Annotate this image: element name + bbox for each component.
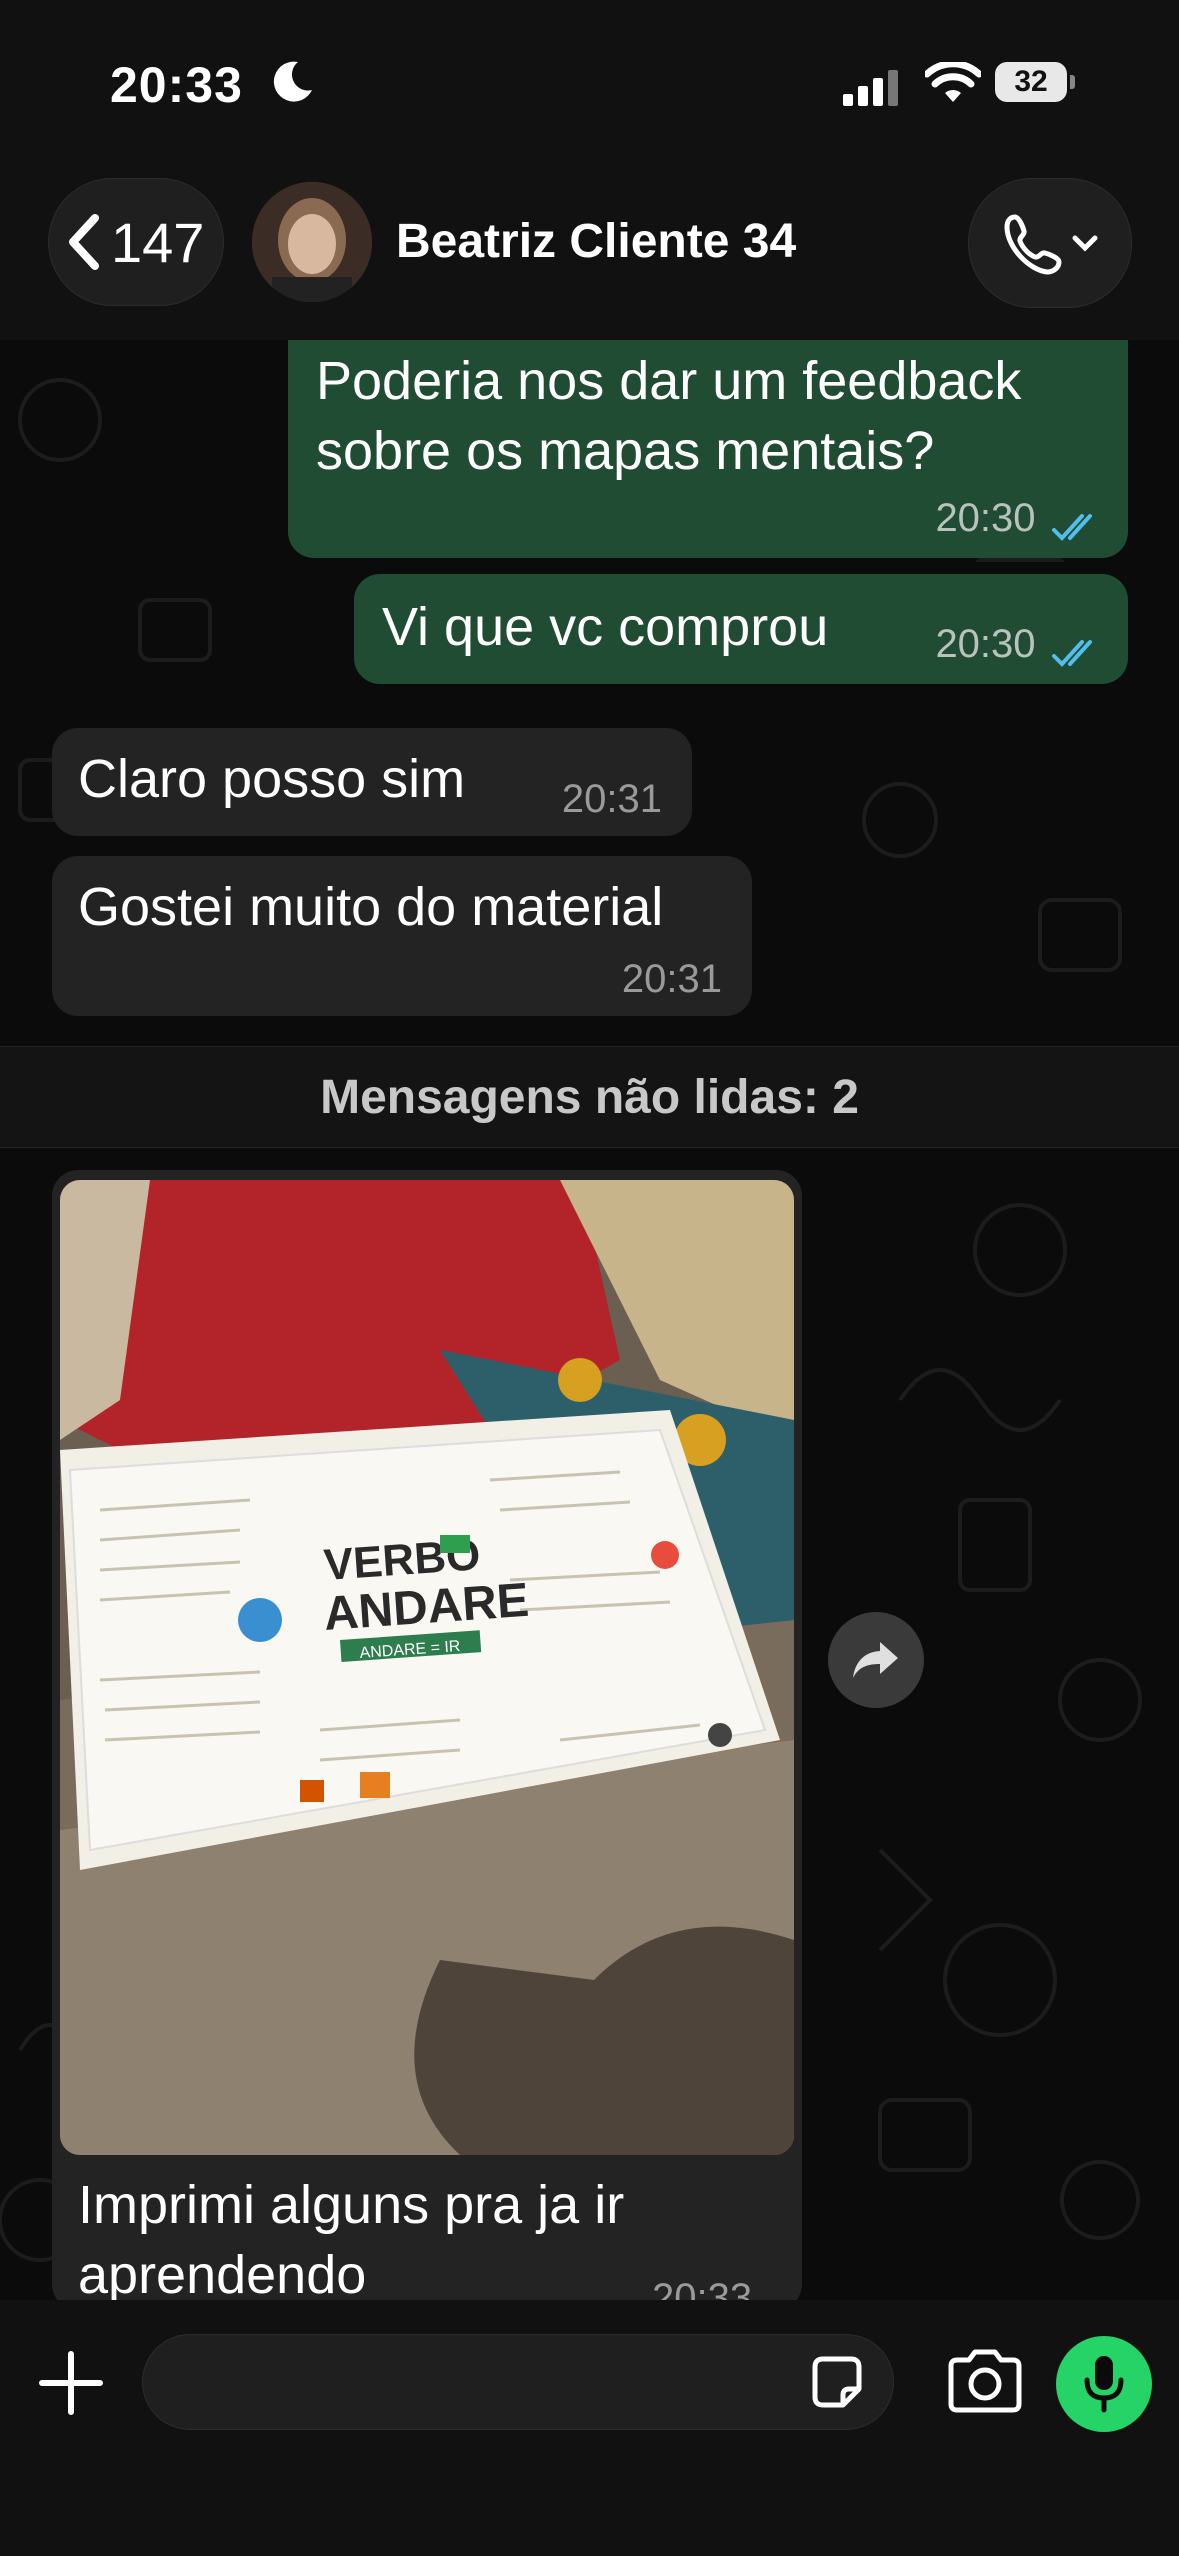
signal-icon <box>843 70 898 106</box>
status-time: 20:33 <box>110 57 243 113</box>
wifi-icon <box>925 62 981 102</box>
caption-line: Imprimi alguns pra ja ir <box>78 2175 625 2235</box>
avatar[interactable] <box>252 182 372 302</box>
incoming-message[interactable]: Gostei muito do material 20:31 <box>52 856 752 1016</box>
message-input[interactable] <box>142 2334 894 2430</box>
double-check-icon <box>1052 514 1092 541</box>
status-bar: 20:33 32 <box>0 0 1179 170</box>
forward-button[interactable] <box>828 1612 924 1708</box>
message-time: 20:30 <box>935 622 1036 667</box>
avatar-image <box>252 182 372 302</box>
double-check-icon <box>1052 640 1092 667</box>
unread-messages-divider: Mensagens não lidas: 2 <box>0 1046 1179 1148</box>
message-text: Claro posso sim <box>78 749 466 809</box>
unread-chats-count: 147 <box>111 210 205 274</box>
camera-icon[interactable] <box>945 2346 1025 2416</box>
message-text: Poderia nos dar um feedback <box>316 351 1022 411</box>
message-time: 20:31 <box>621 957 722 1001</box>
message-time: 20:30 <box>935 496 1036 541</box>
forward-icon <box>853 1642 898 1678</box>
chevron-left-icon <box>69 214 99 270</box>
message-text: Vi que vc comprou <box>382 597 829 657</box>
outgoing-message[interactable]: Vi que vc comprou 20:30 <box>354 574 1128 684</box>
microphone-icon <box>1084 2356 1124 2413</box>
voice-message-button[interactable] <box>1056 2336 1152 2432</box>
battery-indicator: 32 <box>995 62 1075 102</box>
sticker-icon[interactable] <box>807 2353 867 2413</box>
message-text-field[interactable] <box>173 2353 797 2411</box>
message-text: Gostei muito do material <box>78 877 664 937</box>
photo-image: VERBO ANDARE ANDARE = IR <box>60 1180 794 2155</box>
outgoing-message[interactable]: Poderia nos dar um feedback sobre os map… <box>288 340 1128 558</box>
photo-thumbnail[interactable]: VERBO ANDARE ANDARE = IR <box>60 1180 794 2155</box>
plus-icon[interactable] <box>36 2348 106 2418</box>
contact-name[interactable]: Beatriz Cliente 34 <box>396 214 796 269</box>
chat-header: 147 Beatriz Cliente 34 <box>0 170 1179 340</box>
incoming-message[interactable]: Claro posso sim 20:31 <box>52 728 692 836</box>
back-button[interactable]: 147 <box>48 178 224 306</box>
chevron-down-icon <box>1072 235 1098 252</box>
message-text: sobre os mapas mentais? <box>316 421 935 481</box>
phone-icon <box>1004 214 1062 275</box>
moon-icon <box>273 61 312 102</box>
message-time: 20:31 <box>561 777 662 821</box>
message-input-bar <box>0 2300 1179 2556</box>
call-button[interactable] <box>968 178 1132 308</box>
